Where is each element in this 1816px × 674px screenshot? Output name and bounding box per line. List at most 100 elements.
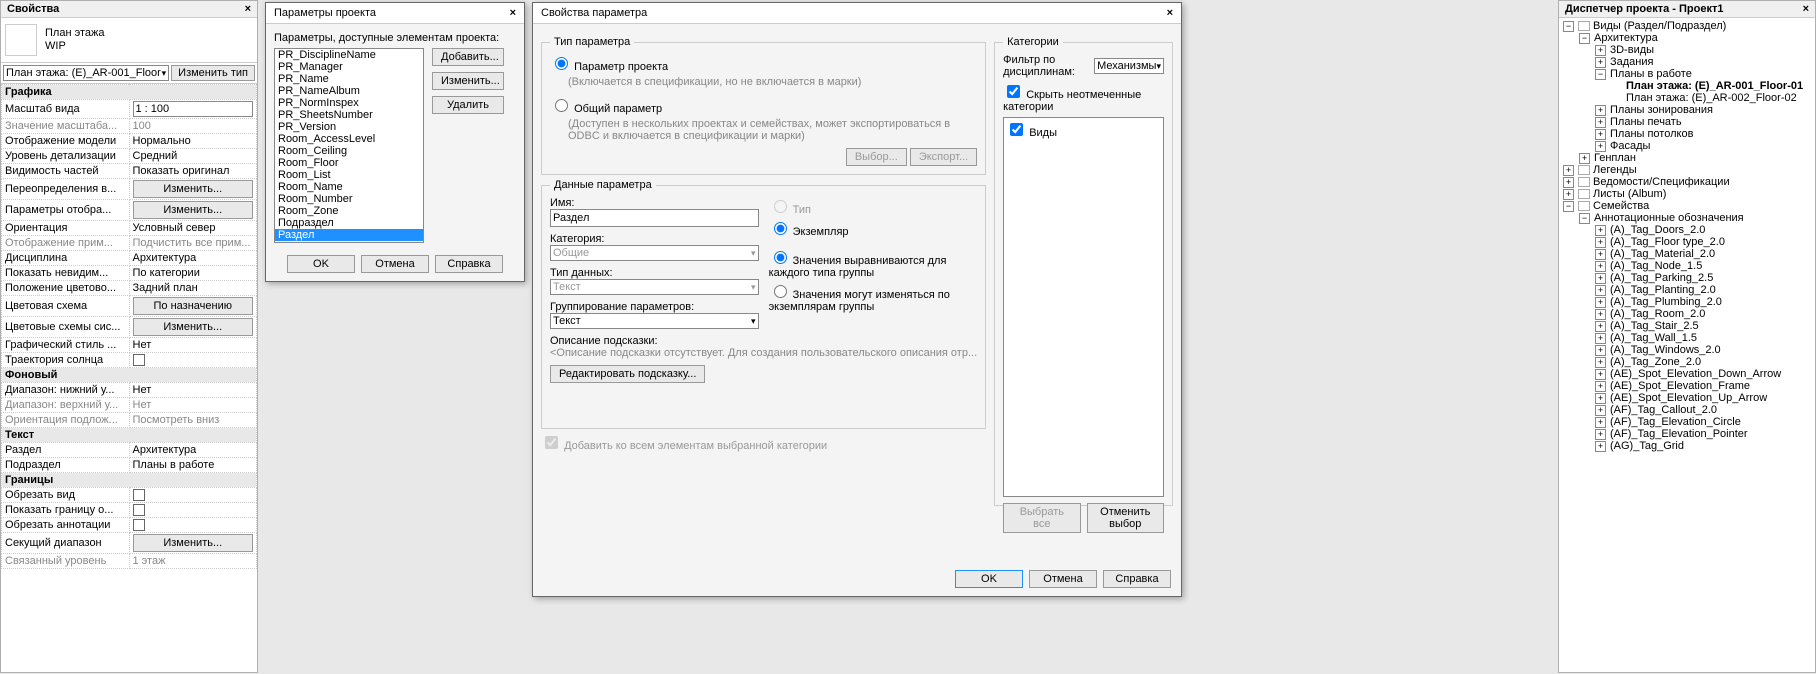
param-list-item[interactable]: PR_NameAlbum (275, 85, 423, 97)
tree-node[interactable]: +(A)_Tag_Material_2.0 (1563, 248, 1811, 260)
category-tree[interactable]: Виды (1003, 117, 1164, 497)
expand-icon[interactable]: + (1563, 177, 1574, 188)
edit-type-button[interactable]: Изменить тип (171, 65, 255, 81)
tree-node[interactable]: +(A)_Tag_Parking_2.5 (1563, 272, 1811, 284)
project-browser-tree[interactable]: −Виды (Раздел/Подраздел)−Архитектура+3D-… (1559, 18, 1815, 668)
row-gfxs-val[interactable]: Нет (129, 338, 257, 353)
tree-node[interactable]: +(A)_Tag_Doors_2.0 (1563, 224, 1811, 236)
close-icon[interactable]: × (1167, 7, 1173, 19)
tree-node[interactable]: −Семейства (1563, 200, 1811, 212)
tree-node[interactable]: +(A)_Tag_Plumbing_2.0 (1563, 296, 1811, 308)
row-orient-val[interactable]: Условный север (129, 221, 257, 236)
expand-icon[interactable]: + (1595, 117, 1606, 128)
expand-icon[interactable]: + (1595, 321, 1606, 332)
overrides-button[interactable]: Изменить... (133, 180, 254, 198)
param-list-item[interactable]: PR_Version (275, 121, 423, 133)
showcrop-checkbox[interactable] (133, 504, 145, 516)
modify-button[interactable]: Изменить... (432, 72, 504, 90)
tree-node[interactable]: +(AG)_Tag_Grid (1563, 440, 1811, 452)
instance-combo[interactable]: План этажа: (E)_AR-001_Floor▾ (3, 65, 169, 81)
colorscheme-button[interactable]: По назначению (133, 297, 254, 315)
param-list-item[interactable]: PR_Name (275, 73, 423, 85)
scopebox-button[interactable]: Изменить... (133, 534, 254, 552)
uncheckall-button[interactable]: Отменить выбор (1087, 503, 1164, 533)
expand-icon[interactable]: + (1595, 417, 1606, 428)
param-list-item[interactable]: PR_Manager (275, 61, 423, 73)
tree-node[interactable]: +Фасады (1563, 140, 1811, 152)
param-list-item[interactable]: Подраздел (275, 217, 423, 229)
expand-icon[interactable]: + (1595, 261, 1606, 272)
expand-icon[interactable]: + (1595, 129, 1606, 140)
close-icon[interactable]: × (510, 7, 516, 19)
tree-node[interactable]: +(A)_Tag_Zone_2.0 (1563, 356, 1811, 368)
add-button[interactable]: Добавить... (432, 48, 504, 66)
expand-icon[interactable]: + (1579, 153, 1590, 164)
tree-node[interactable]: −Аннотационные обозначения (1563, 212, 1811, 224)
radio-instance[interactable]: Экземпляр (769, 219, 978, 238)
tree-node[interactable]: План этажа: (E)_AR-001_Floor-01 (1563, 80, 1811, 92)
row-vis-val[interactable]: Показать оригинал (129, 164, 257, 179)
expand-icon[interactable]: + (1563, 165, 1574, 176)
tree-node[interactable]: План этажа: (E)_AR-002_Floor-02 (1563, 92, 1811, 104)
expand-icon[interactable]: + (1595, 345, 1606, 356)
expand-icon[interactable]: + (1595, 297, 1606, 308)
expand-icon[interactable]: + (1595, 369, 1606, 380)
close-icon[interactable]: × (245, 3, 251, 15)
filter-select[interactable]: Механизмы▾ (1094, 58, 1164, 74)
collapse-icon[interactable]: − (1595, 69, 1606, 80)
expand-icon[interactable]: + (1595, 309, 1606, 320)
tree-node[interactable]: −Архитектура (1563, 32, 1811, 44)
sun-checkbox[interactable] (133, 354, 145, 366)
expand-icon[interactable]: + (1595, 381, 1606, 392)
radio-vary[interactable]: Значения могут изменяться по экземплярам… (769, 282, 978, 313)
expand-icon[interactable]: + (1595, 441, 1606, 452)
tree-node[interactable]: +(AF)_Tag_Callout_2.0 (1563, 404, 1811, 416)
tree-node[interactable]: +Легенды (1563, 164, 1811, 176)
hide-unchecked-checkbox[interactable]: Скрыть неотмеченные категории (1003, 82, 1164, 113)
name-input[interactable] (550, 209, 759, 227)
row-disc-val[interactable]: Архитектура (129, 251, 257, 266)
param-list-item[interactable]: Раздел (275, 229, 423, 241)
help-button[interactable]: Справка (435, 255, 503, 273)
param-list-item[interactable]: PR_SheetsNumber (275, 109, 423, 121)
collapse-icon[interactable]: − (1579, 33, 1590, 44)
cancel-button[interactable]: Отмена (361, 255, 429, 273)
tree-node[interactable]: +Планы потолков (1563, 128, 1811, 140)
row-subsec-val[interactable]: Планы в работе (129, 458, 257, 473)
tree-node[interactable]: +(AE)_Spot_Elevation_Frame (1563, 380, 1811, 392)
row-disp-val[interactable]: Нормально (129, 134, 257, 149)
row-hid-val[interactable]: По категории (129, 266, 257, 281)
tree-node[interactable]: +Листы (Album) (1563, 188, 1811, 200)
tree-node[interactable]: +Планы зонирования (1563, 104, 1811, 116)
collapse-icon[interactable]: − (1563, 201, 1574, 212)
collapse-icon[interactable]: − (1579, 213, 1590, 224)
expand-icon[interactable]: + (1595, 273, 1606, 284)
expand-icon[interactable]: + (1563, 189, 1574, 200)
ok-button[interactable]: OK (287, 255, 355, 273)
tree-node[interactable]: +(A)_Tag_Windows_2.0 (1563, 344, 1811, 356)
cancel-button[interactable]: Отмена (1029, 570, 1097, 588)
tree-node[interactable]: −Виды (Раздел/Подраздел) (1563, 20, 1811, 32)
tree-node[interactable]: +Генплан (1563, 152, 1811, 164)
expand-icon[interactable]: + (1595, 225, 1606, 236)
tree-node[interactable]: +Планы печать (1563, 116, 1811, 128)
expand-icon[interactable]: + (1595, 429, 1606, 440)
param-list-item[interactable]: Room_AccessLevel (275, 133, 423, 145)
expand-icon[interactable]: + (1595, 141, 1606, 152)
tree-node[interactable]: +(AF)_Tag_Elevation_Circle (1563, 416, 1811, 428)
dispp-button[interactable]: Изменить... (133, 201, 254, 219)
param-list-item[interactable]: Room_Ceiling (275, 145, 423, 157)
expand-icon[interactable]: + (1595, 249, 1606, 260)
param-list-item[interactable]: Room_Zone (275, 205, 423, 217)
param-list-item[interactable]: PR_DisciplineName (275, 49, 423, 61)
tree-node[interactable]: +(A)_Tag_Floor type_2.0 (1563, 236, 1811, 248)
tree-node[interactable]: +(AE)_Spot_Elevation_Down_Arrow (1563, 368, 1811, 380)
row-note-val[interactable]: Подчистить все прим... (129, 236, 257, 251)
tree-node[interactable]: +(A)_Tag_Room_2.0 (1563, 308, 1811, 320)
edit-tooltip-button[interactable]: Редактировать подсказку... (550, 365, 705, 383)
close-icon[interactable]: × (1803, 3, 1809, 15)
tree-node[interactable]: +(AE)_Spot_Elevation_Up_Arrow (1563, 392, 1811, 404)
param-list-item[interactable]: Room_Floor (275, 157, 423, 169)
grouping-select[interactable]: Текст▾ (550, 313, 759, 329)
views-category-checkbox[interactable] (1010, 123, 1023, 136)
